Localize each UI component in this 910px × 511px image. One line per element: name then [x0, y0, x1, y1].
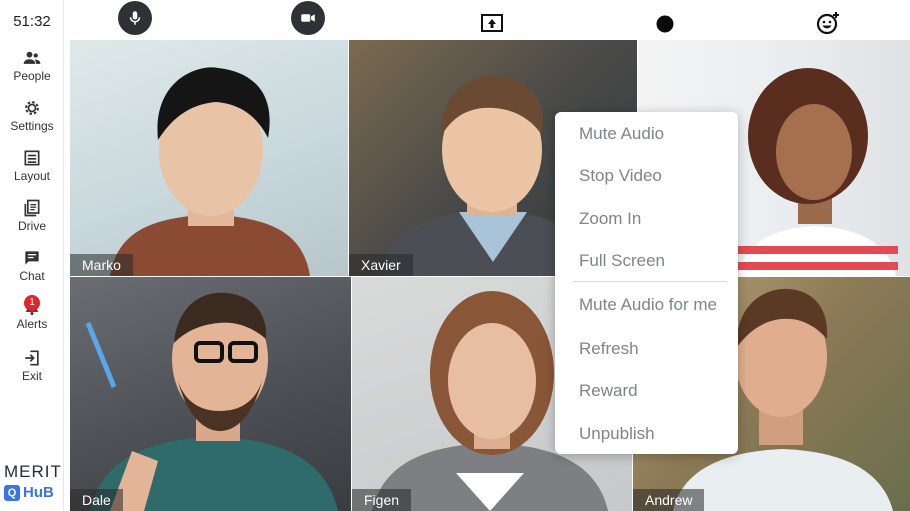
sidebar-item-label: Alerts	[16, 317, 48, 331]
brand-name-bottom: HuB	[23, 484, 54, 501]
participant-context-menu: Mute Audio Stop Video Zoom In Full Scree…	[555, 112, 738, 454]
menu-item-unpublish[interactable]: Unpublish	[579, 424, 655, 444]
layout-icon	[24, 150, 40, 166]
sidebar-item-label: People	[13, 69, 51, 83]
sidebar-item-people[interactable]: People	[0, 48, 64, 94]
alerts-count-badge: 1	[24, 295, 40, 311]
microphone-icon	[129, 11, 141, 25]
video-tile[interactable]: Marko	[70, 40, 348, 276]
people-icon	[23, 51, 41, 64]
sidebar-item-label: Layout	[13, 169, 51, 183]
brand-logo: MERIT Q HuB	[4, 462, 62, 501]
sidebar-item-settings[interactable]: Settings	[0, 98, 64, 144]
camera-button[interactable]	[291, 1, 325, 35]
menu-item-mute-audio-for-me[interactable]: Mute Audio for me	[579, 295, 717, 315]
sidebar-item-drive[interactable]: Drive	[0, 198, 64, 244]
participant-name: Dale	[70, 489, 123, 511]
participant-name: Marko	[70, 254, 133, 276]
participant-name: Andrew	[633, 489, 705, 511]
sidebar-item-label: Chat	[19, 269, 45, 283]
menu-item-reward[interactable]: Reward	[579, 381, 638, 401]
microphone-button[interactable]	[118, 1, 152, 35]
emoji-reaction-icon	[816, 12, 839, 35]
sidebar-item-label: Drive	[17, 219, 46, 233]
chat-icon	[25, 251, 39, 265]
video-camera-icon	[301, 14, 315, 22]
sidebar-item-exit[interactable]: Exit	[0, 348, 64, 394]
sidebar: 51:32 People Settings Layout Drive Chat …	[0, 0, 64, 511]
participant-name: Figen	[352, 489, 412, 511]
menu-item-full-screen[interactable]: Full Screen	[579, 251, 665, 271]
top-toolbar	[64, 0, 910, 38]
brand-mark: Q	[4, 484, 20, 501]
screen-share-button[interactable]	[477, 8, 507, 38]
sidebar-item-label: Settings	[10, 119, 54, 133]
record-button[interactable]	[650, 9, 680, 39]
exit-icon	[25, 350, 39, 366]
participant-name: Xavier	[349, 254, 413, 276]
screen-share-icon	[481, 14, 503, 32]
sidebar-item-layout[interactable]: Layout	[0, 148, 64, 194]
meeting-timer: 51:32	[13, 13, 51, 30]
menu-item-mute-audio[interactable]: Mute Audio	[579, 124, 664, 144]
participant-portrait	[110, 67, 310, 276]
sidebar-item-alerts[interactable]: 1 Alerts	[0, 295, 64, 342]
record-icon	[656, 15, 674, 33]
participant-portrait	[85, 292, 338, 511]
sidebar-item-chat[interactable]: Chat	[0, 248, 64, 294]
meeting-app: 51:32 People Settings Layout Drive Chat …	[0, 0, 910, 511]
gear-icon	[25, 101, 39, 115]
menu-item-zoom-in[interactable]: Zoom In	[579, 209, 641, 229]
video-tile[interactable]: Dale	[70, 277, 351, 511]
reaction-button[interactable]	[813, 8, 843, 38]
drive-icon	[24, 199, 40, 217]
menu-item-refresh[interactable]: Refresh	[579, 339, 639, 359]
menu-divider	[573, 281, 727, 282]
menu-item-stop-video[interactable]: Stop Video	[579, 166, 662, 186]
sidebar-item-label: Exit	[21, 369, 42, 383]
brand-name-top: MERIT	[4, 462, 62, 481]
